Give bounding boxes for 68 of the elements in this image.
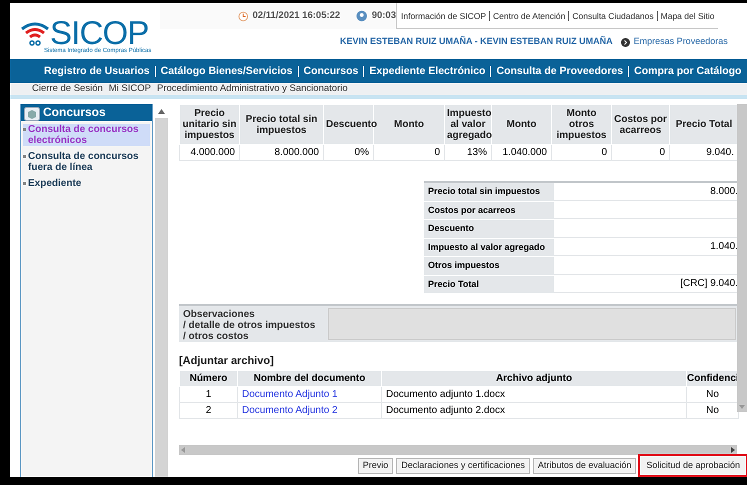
top-link[interactable]: Información de SICOP	[401, 10, 490, 20]
top-link[interactable]: Consulta Ciudadanos	[568, 10, 657, 20]
attachments-title: [Adjuntar archivo]	[179, 354, 275, 369]
arrow-circle-icon	[620, 38, 630, 46]
table-cell: 1.040.000	[492, 144, 552, 160]
logo-text: SICOP	[50, 19, 149, 47]
top-link[interactable]: Centro de Atención	[489, 10, 568, 20]
date-time: 02/11/2021 16:05:22	[252, 8, 340, 23]
scroll-left-icon[interactable]	[181, 447, 185, 453]
subnav-link[interactable]: Procedimiento Administrativo y Sancionatorio	[157, 82, 348, 96]
nav-link[interactable]: Concursos	[298, 66, 364, 76]
table-cell: 8.000.000	[240, 144, 324, 160]
action-button[interactable]: Solicitud de aprobación	[639, 455, 747, 476]
nav-link[interactable]: Registro de Usuarios	[44, 66, 155, 76]
box-icon	[24, 107, 40, 121]
company-link[interactable]: Empresas Proveedoras	[634, 35, 728, 49]
top-link[interactable]: Mapa del Sitio	[656, 10, 718, 20]
column-header: Monto otros impuestos	[552, 104, 612, 144]
table-cell: Documento adjunto 1.docx	[382, 386, 686, 402]
scroll-up-icon[interactable]	[158, 108, 165, 114]
action-button[interactable]: Declaraciones y certificaciones	[396, 458, 530, 474]
nav-link[interactable]: Consulta de Proveedores	[490, 66, 628, 76]
table-cell: 13%	[444, 144, 492, 160]
summary-label: Otros impuestos	[424, 257, 554, 274]
column-header: Costos por acarreos	[612, 104, 670, 144]
table-cell: 1	[180, 386, 238, 402]
summary-label: Descuento	[424, 220, 554, 238]
user-name: KEVIN ESTEBAN RUIZ UMAÑA - KEVIN ESTEBAN RUIZ UMAÑA	[339, 35, 613, 48]
summary-label: Costos por acarreos	[424, 202, 554, 219]
column-header: Impuesto al valor agregado	[444, 104, 492, 144]
nav-link[interactable]: Expediente Electrónico	[363, 66, 490, 76]
summary-label: Precio Total	[424, 276, 554, 293]
sidebar-title: Concursos	[43, 104, 106, 121]
action-button[interactable]: Previo	[358, 458, 394, 474]
sidebar-item[interactable]: Expediente	[23, 178, 150, 189]
table-cell: 2	[180, 402, 238, 418]
clock-icon	[238, 10, 249, 22]
nav-link[interactable]: Catálogo Bienes/Servicios	[154, 66, 298, 76]
scroll-down-icon[interactable]	[739, 405, 745, 409]
summary-label: Impuesto al valor agregado	[424, 238, 554, 256]
subnav-link[interactable]: Mi SICOP	[108, 82, 151, 96]
subnav-link[interactable]: Cierre de Sesión	[32, 82, 103, 96]
table-cell: 0	[374, 144, 444, 160]
horizontal-scrollbar[interactable]	[179, 445, 737, 455]
action-button[interactable]: Atributos de evaluación	[532, 458, 636, 474]
sidebar-item[interactable]: Consulta de concursos electrónicos	[23, 124, 150, 146]
observations-field[interactable]	[328, 308, 736, 340]
sidebar-item[interactable]: Consulta de concursos fuera de línea	[23, 151, 150, 173]
column-header: Precio Total	[670, 104, 738, 144]
column-header: Monto	[492, 104, 552, 144]
column-header: Nombre del documento	[238, 370, 382, 386]
table-cell: 0%	[324, 144, 374, 160]
table-cell: 0	[612, 144, 670, 160]
scroll-right-icon[interactable]	[731, 447, 735, 453]
nav-link[interactable]: Compra por Catálogo	[628, 66, 746, 76]
table-cell: 4.000.000	[180, 144, 240, 160]
session-timer: 90:03	[372, 8, 396, 23]
column-header: Confidenci	[686, 370, 738, 386]
column-header: Archivo adjunto	[382, 370, 686, 386]
column-header: Precio unitario sin impuestos	[180, 104, 240, 144]
user-icon	[356, 10, 368, 22]
summary-label: Precio total sin impuestos	[424, 183, 554, 200]
table-cell: 0	[552, 144, 612, 160]
column-header: Número	[180, 370, 238, 386]
observations-label: Observaciones / detalle de otros impuestos / otros costos	[182, 308, 316, 342]
table-cell: Documento adjunto 2.docx	[382, 402, 686, 418]
column-header: Precio total sin impuestos	[240, 104, 324, 144]
wifi-logo-icon	[20, 21, 50, 47]
